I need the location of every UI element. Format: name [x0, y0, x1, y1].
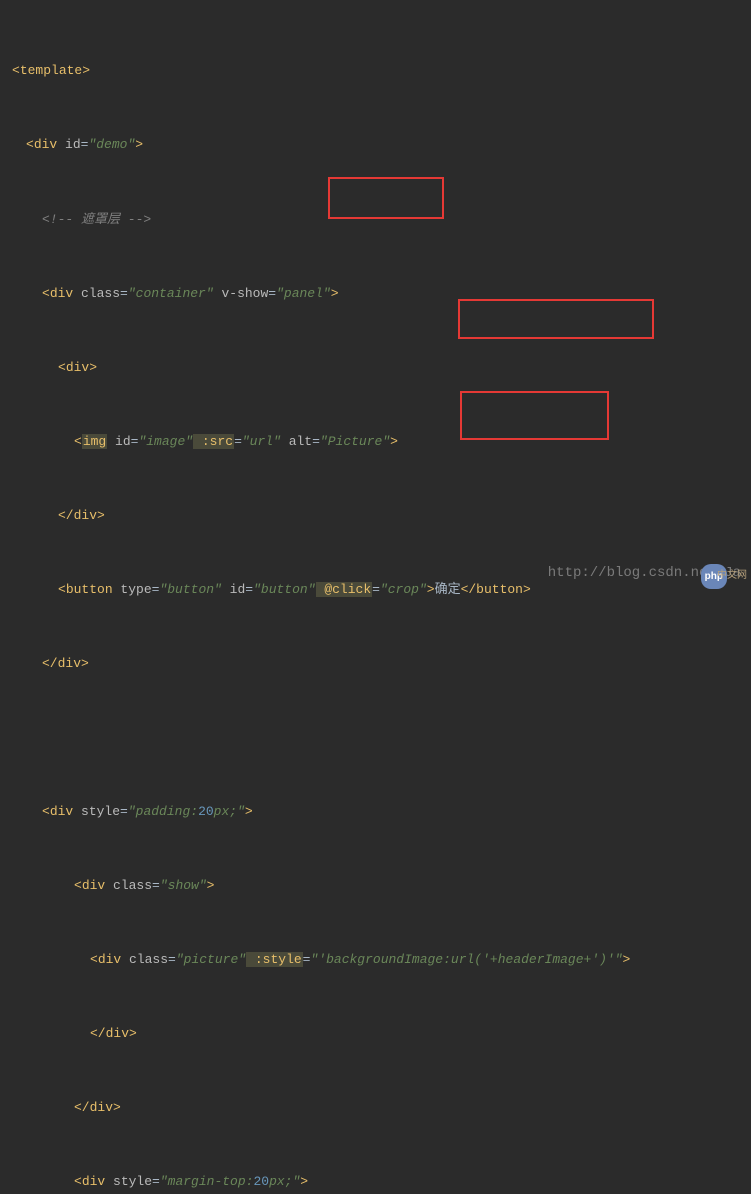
code-line: </div> — [10, 504, 747, 529]
code-line: <div style="margin-top:20px;"> — [10, 1170, 747, 1194]
code-editor: <template> <div id="demo"> <!-- 遮罩层 --> … — [0, 0, 751, 1194]
code-line — [10, 726, 747, 751]
code-line: <div class="container" v-show="panel"> — [10, 282, 747, 307]
code-line: <img id="image" :src="url" alt="Picture"… — [10, 430, 747, 455]
code-line: <div id="demo"> — [10, 133, 747, 158]
code-line: <div class="show"> — [10, 874, 747, 899]
code-line: <div style="padding:20px;"> — [10, 800, 747, 825]
code-line: <!-- 遮罩层 --> — [10, 208, 747, 233]
click-attr-highlight: @click — [316, 582, 373, 597]
code-line: </div> — [10, 1096, 747, 1121]
code-line: <template> — [10, 59, 747, 84]
code-line: <div class="picture" :style="'background… — [10, 948, 747, 973]
cn-badge: 中文网 — [717, 566, 747, 585]
code-line: </div> — [10, 1022, 747, 1047]
style-attr-highlight: :style — [246, 952, 303, 967]
code-line: <div> — [10, 356, 747, 381]
code-line: </div> — [10, 652, 747, 677]
